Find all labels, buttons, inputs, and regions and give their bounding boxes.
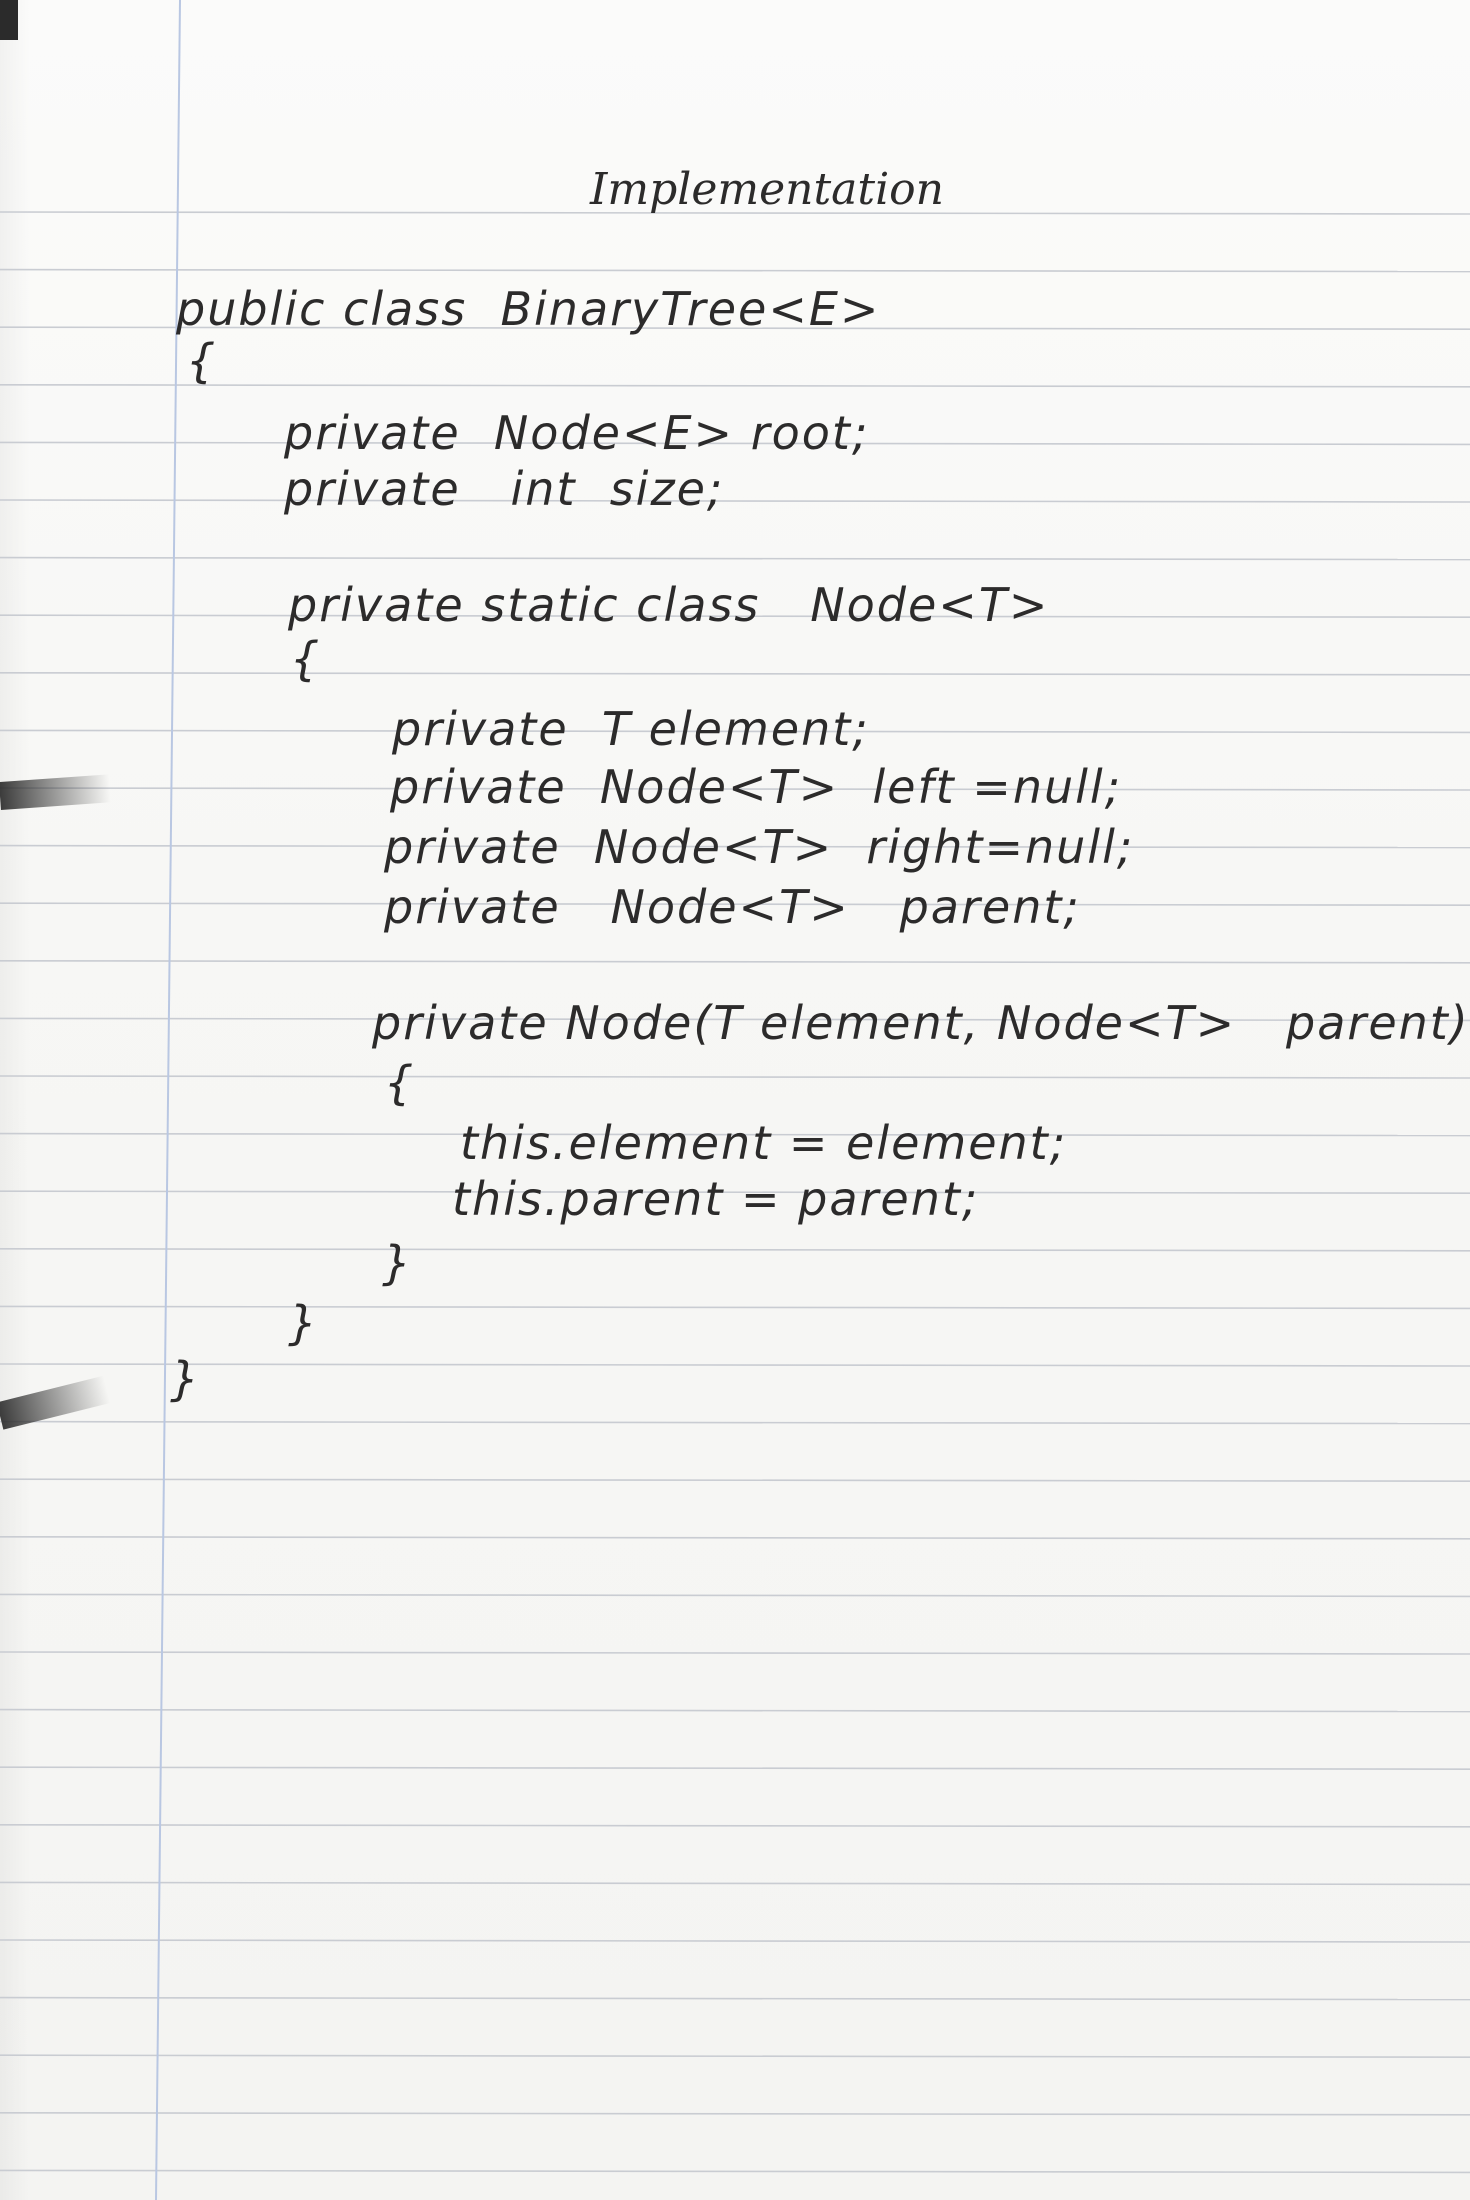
- rule-line: [0, 1996, 1470, 2001]
- rule-line: [0, 1651, 1470, 1655]
- notebook-page: Implementation public class BinaryTree<E…: [0, 0, 1470, 2200]
- rule-line: [0, 1305, 1470, 1310]
- rule-line: [0, 2054, 1470, 2058]
- field-element: private T element;: [392, 702, 870, 756]
- constructor-close-brace: }: [382, 1236, 413, 1290]
- rule-line: [0, 268, 1470, 273]
- rule-line: [0, 1766, 1470, 1770]
- rule-line: [0, 499, 1470, 503]
- rule-line: [0, 1478, 1470, 1482]
- rule-line: [0, 1420, 1470, 1425]
- rule-line: [0, 1075, 1470, 1079]
- rule-line: [0, 383, 1470, 388]
- field-size: private int size;: [284, 462, 725, 516]
- rule-line: [0, 671, 1470, 676]
- field-parent: private Node<T> parent;: [384, 880, 1081, 934]
- rule-line: [0, 1248, 1470, 1252]
- inner-class-open-brace: {: [290, 632, 321, 686]
- constructor-declaration: private Node(T element, Node<T> parent): [372, 996, 1470, 1050]
- class-declaration: public class BinaryTree<E>: [176, 282, 881, 336]
- rule-line: [0, 1536, 1470, 1540]
- rule-line: [0, 2112, 1470, 2116]
- assign-element: this.element = element;: [460, 1116, 1068, 1170]
- rule-line: [0, 959, 1470, 964]
- rule-line: [0, 1881, 1470, 1886]
- rule-line: [0, 1708, 1470, 1713]
- class-close-brace: }: [170, 1352, 201, 1406]
- field-root: private Node<E> root;: [284, 406, 870, 460]
- class-open-brace: {: [186, 334, 217, 388]
- inner-class-declaration: private static class Node<T>: [288, 578, 1050, 632]
- rule-line: [0, 556, 1470, 561]
- field-left: private Node<T> left =null;: [390, 760, 1123, 814]
- constructor-open-brace: {: [384, 1056, 415, 1110]
- field-right: private Node<T> right=null;: [384, 820, 1135, 874]
- inner-class-close-brace: }: [288, 1296, 319, 1350]
- assign-parent: this.parent = parent;: [452, 1172, 980, 1226]
- rule-line: [0, 1593, 1470, 1598]
- rule-line: [0, 1824, 1470, 1828]
- page-title: Implementation: [590, 164, 944, 215]
- rule-line: [0, 1939, 1470, 1943]
- rule-line: [0, 2169, 1470, 2174]
- rule-line: [0, 1363, 1470, 1367]
